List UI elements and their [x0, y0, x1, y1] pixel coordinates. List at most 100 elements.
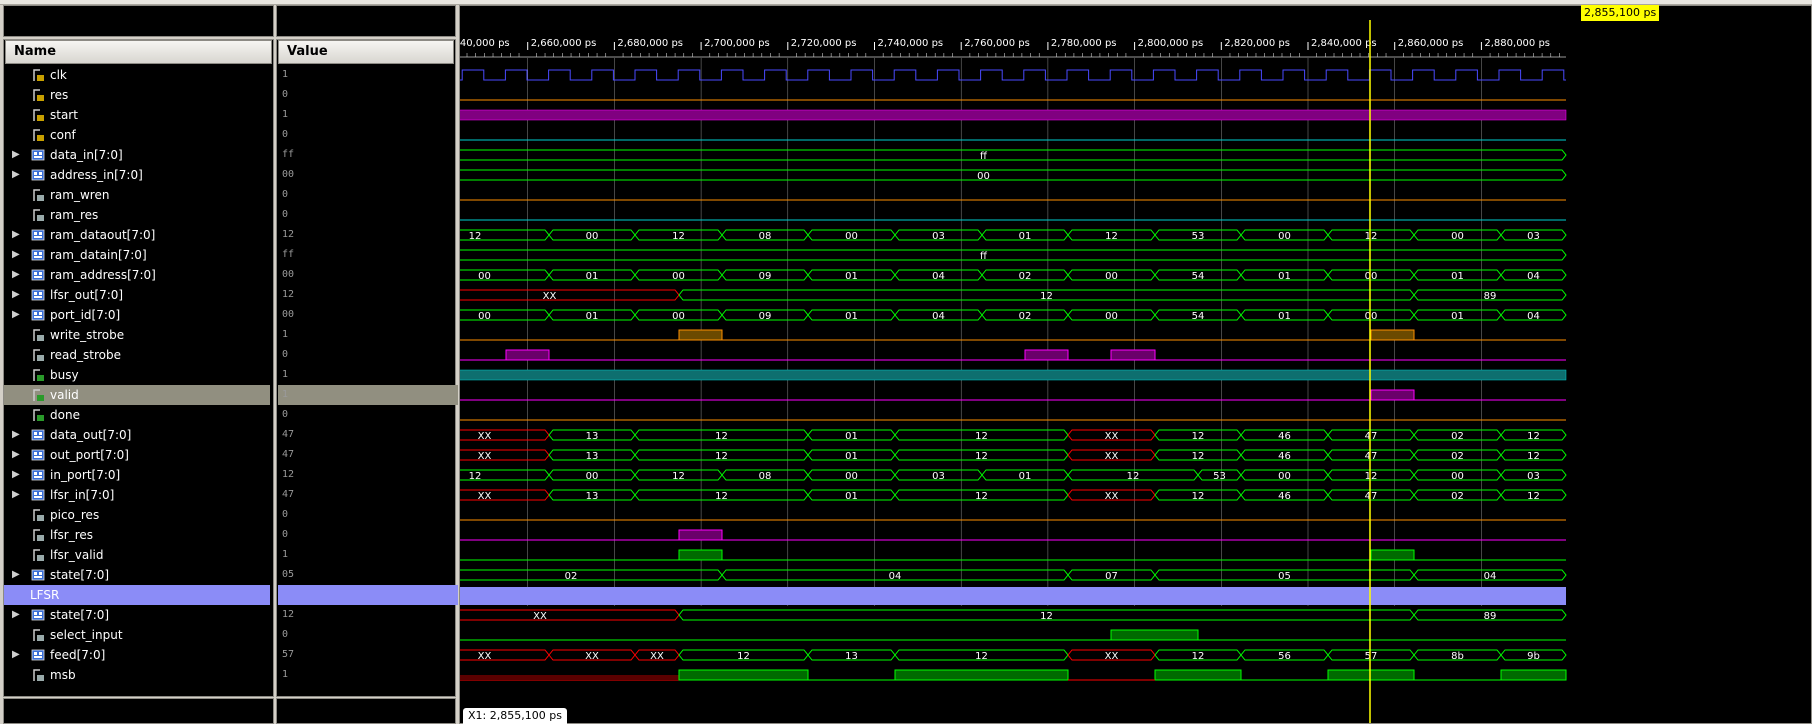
read-strobe-pulse: [1110, 349, 1156, 361]
cursor-x1-label: X1: 2,855,100 ps: [463, 708, 567, 724]
signal-name-row[interactable]: read_strobe: [4, 345, 270, 365]
bus-segment: [460, 449, 550, 461]
expand-arrow-icon[interactable]: ▶: [12, 265, 20, 285]
signal-name: ram_datain[7:0]: [50, 248, 147, 262]
signal-name-row[interactable]: ram_wren: [4, 185, 270, 205]
signal-name: lfsr_in[7:0]: [50, 488, 115, 502]
signal-name-row[interactable]: done: [4, 405, 270, 425]
name-column-header[interactable]: Name: [5, 40, 272, 64]
bus-value-label: 00: [672, 271, 685, 282]
waveform-pane[interactable]: 2,640,000 ps 2,660,000 ps 2,680,000 ps 2,70…: [459, 5, 1812, 724]
value-column-header[interactable]: Value: [278, 40, 454, 64]
value-search-box[interactable]: [276, 5, 456, 37]
bus-segment: [460, 249, 1567, 261]
expand-arrow-icon[interactable]: ▶: [12, 465, 20, 485]
signal-value: 1: [278, 385, 458, 405]
bus-value-label: 12: [715, 451, 728, 462]
signal-value: 0: [282, 629, 289, 640]
expand-arrow-icon[interactable]: ▶: [12, 565, 20, 585]
signal-name-row[interactable]: ▶ data_in[7:0]: [4, 145, 270, 165]
signal-value: 12: [282, 469, 295, 480]
bus-value-label: 12: [469, 471, 482, 482]
signal-icon: [31, 348, 45, 362]
bus-value-label: 04: [932, 311, 945, 322]
signal-name-row[interactable]: clk: [4, 65, 270, 85]
signal-name-row[interactable]: ▶ ram_address[7:0]: [4, 265, 270, 285]
signal-name-row[interactable]: ▶ ram_dataout[7:0]: [4, 225, 270, 245]
signal-name-row[interactable]: ▶ out_port[7:0]: [4, 445, 270, 465]
bus-segment: [460, 649, 550, 661]
bus-value-label: 08: [759, 231, 772, 242]
signal-name-row[interactable]: write_strobe: [4, 325, 270, 345]
signal-name-row[interactable]: ▶ in_port[7:0]: [4, 465, 270, 485]
bus-value-label: 00: [586, 231, 599, 242]
signal-name-row[interactable]: ▶ state[7:0]: [4, 605, 270, 625]
signal-value: 0: [282, 89, 289, 100]
ruler-tick-label: 2,800,000 ps: [1138, 38, 1204, 49]
expand-arrow-icon[interactable]: ▶: [12, 305, 20, 325]
signal-name-row[interactable]: ▶ data_out[7:0]: [4, 425, 270, 445]
signal-icon: [31, 128, 45, 142]
signal-name: ram_address[7:0]: [50, 268, 156, 282]
expand-arrow-icon[interactable]: ▶: [12, 165, 20, 185]
msb-high-pulse: [678, 669, 809, 681]
signal-icon: [31, 328, 45, 342]
bus-signal-icon: [31, 488, 45, 502]
signal-name-row[interactable]: ▶ address_in[7:0]: [4, 165, 270, 185]
waveform-canvas[interactable]: 2,640,000 ps 2,660,000 ps 2,680,000 ps 2,70…: [460, 6, 1811, 723]
bus-value-label: 46: [1278, 451, 1291, 462]
bus-value-label: 01: [845, 491, 858, 502]
signal-name-row[interactable]: ▶ feed[7:0]: [4, 645, 270, 665]
bus-value-label: ff: [980, 251, 988, 262]
bus-value-label: 12: [1192, 431, 1205, 442]
signal-name-row[interactable]: ▶ state[7:0]: [4, 565, 270, 585]
signal-name: port_id[7:0]: [50, 308, 121, 322]
signal-name-row[interactable]: busy: [4, 365, 270, 385]
bus-signal-icon: [31, 168, 45, 182]
bus-segment: [460, 489, 550, 501]
bus-value-label: 46: [1278, 491, 1291, 502]
signal-name-row[interactable]: pico_res: [4, 505, 270, 525]
divider-row[interactable]: LFSR: [4, 585, 270, 605]
signal-name-row[interactable]: conf: [4, 125, 270, 145]
write-strobe-pulse: [678, 329, 723, 341]
signal-name-row[interactable]: ram_res: [4, 205, 270, 225]
bus-value-label: 12: [1527, 451, 1540, 462]
signal-name-row[interactable]: lfsr_res: [4, 525, 270, 545]
signal-name-row[interactable]: ▶ ram_datain[7:0]: [4, 245, 270, 265]
signal-name-row[interactable]: ▶ port_id[7:0]: [4, 305, 270, 325]
valid-pulse: [1370, 389, 1415, 401]
bus-value-label: 03: [1527, 231, 1540, 242]
expand-arrow-icon[interactable]: ▶: [12, 225, 20, 245]
cursor-time-label[interactable]: 2,855,100 ps: [1581, 5, 1660, 21]
expand-arrow-icon[interactable]: ▶: [12, 445, 20, 465]
bus-value-label: 89: [1484, 611, 1497, 622]
bus-value-label: 01: [1019, 471, 1032, 482]
name-search-box[interactable]: [3, 5, 274, 37]
expand-arrow-icon[interactable]: ▶: [12, 605, 20, 625]
bus-value-label: 00: [586, 471, 599, 482]
signal-name-row[interactable]: ▶ lfsr_in[7:0]: [4, 485, 270, 505]
signal-name-row[interactable]: select_input: [4, 625, 270, 645]
expand-arrow-icon[interactable]: ▶: [12, 145, 20, 165]
signal-name-row[interactable]: ▶ lfsr_out[7:0]: [4, 285, 270, 305]
ruler-tick-label: 2,740,000 ps: [878, 38, 944, 49]
signal-name-row[interactable]: start: [4, 105, 270, 125]
expand-arrow-icon[interactable]: ▶: [12, 485, 20, 505]
expand-arrow-icon[interactable]: ▶: [12, 285, 20, 305]
expand-arrow-icon[interactable]: ▶: [12, 425, 20, 445]
signal-value: 12: [282, 289, 295, 300]
bus-value-label: 13: [586, 431, 599, 442]
signal-name-row[interactable]: msb: [4, 665, 270, 685]
bus-value-label: 12: [975, 431, 988, 442]
expand-arrow-icon[interactable]: ▶: [12, 645, 20, 665]
bus-value-label: 01: [1451, 311, 1464, 322]
signal-name-row[interactable]: valid: [4, 385, 270, 405]
signal-name-row[interactable]: lfsr_valid: [4, 545, 270, 565]
msb-wave: [460, 675, 679, 680]
bus-value-label: 02: [1451, 451, 1464, 462]
expand-arrow-icon[interactable]: ▶: [12, 245, 20, 265]
bus-value-label: 13: [586, 491, 599, 502]
signal-value: 57: [282, 649, 295, 660]
signal-name-row[interactable]: res: [4, 85, 270, 105]
